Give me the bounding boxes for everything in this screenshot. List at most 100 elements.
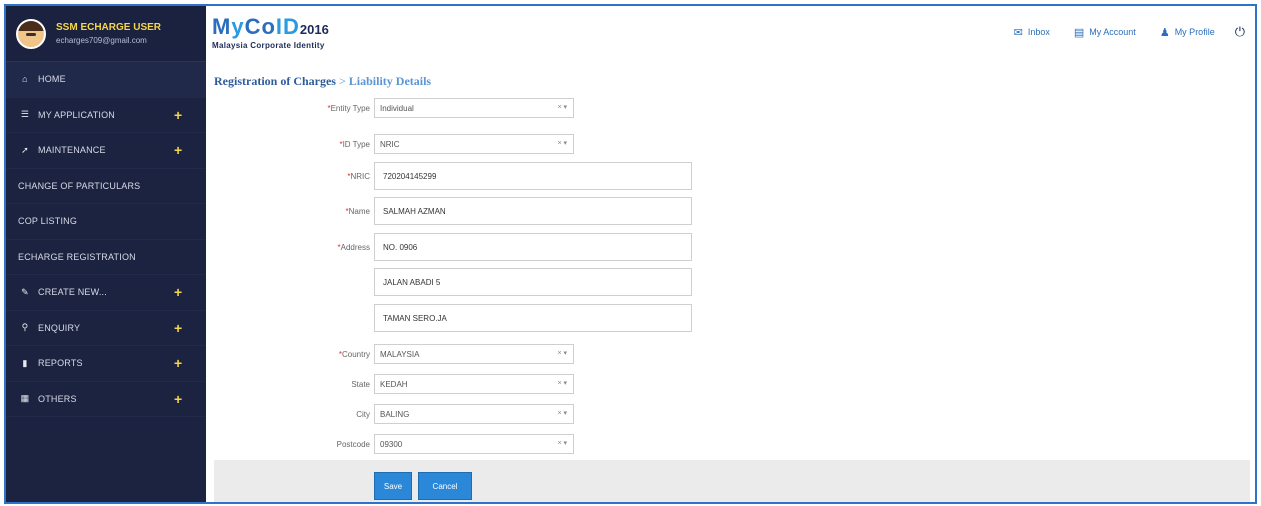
postcode-row: Postcode 09300 × ▾ [206,434,574,454]
chevron-down-icon: × ▾ [557,440,567,447]
cancel-button[interactable]: Cancel [418,472,472,500]
home-icon: ⌂ [22,74,28,85]
name-input[interactable]: SALMAH AZMAN [374,197,692,225]
my-profile-link[interactable]: ♟ My Profile [1160,26,1215,39]
sidebar-item-home[interactable]: ⌂ HOME [6,62,206,98]
logo-text: ID [275,14,300,39]
id-type-row: *ID Type NRIC × ▾ [206,134,574,154]
save-button[interactable]: Save [374,472,412,500]
my-account-link[interactable]: ▤ My Account [1074,26,1136,39]
nric-row: *NRIC 720204145299 [206,162,692,190]
chevron-down-icon: × ▾ [557,140,567,147]
edit-icon: ✎ [21,286,29,297]
sidebar-item-enquiry[interactable]: ⚲ ENQUIRY + [6,311,206,346]
breadcrumb: Registration of Charges > Liability Deta… [214,74,431,89]
inbox-link[interactable]: ✉ Inbox [1014,26,1050,39]
main-content: Registration of Charges > Liability Deta… [206,62,1255,502]
nric-input[interactable]: 720204145299 [374,162,692,190]
country-label: *Country [338,349,370,359]
sidebar-item-cop-listing[interactable]: COP LISTING [6,204,206,240]
entity-type-row: *Entity Type Individual × ▾ [206,98,574,118]
name-label: *Name [345,206,370,216]
city-label: City [356,409,370,419]
state-select[interactable]: KEDAH × ▾ [374,374,574,394]
address-line3-row: TAMAN SERO.JA [206,304,692,332]
expand-icon[interactable]: + [174,391,182,407]
my-profile-label: My Profile [1174,27,1215,37]
sidebar-item-label: ENQUIRY [38,322,81,333]
calendar-icon: ▦ [20,393,30,404]
address-row: *Address NO. 0906 [206,233,692,261]
chevron-down-icon: × ▾ [557,350,567,357]
id-type-label: *ID Type [339,139,370,149]
address-line3-input[interactable]: TAMAN SERO.JA [374,304,692,332]
expand-icon[interactable]: + [174,284,182,300]
sidebar-item-label: COP LISTING [18,216,78,227]
wrench-icon: ➚ [21,144,29,155]
sidebar-item-label: ECHARGE REGISTRATION [18,251,136,262]
id-type-select[interactable]: NRIC × ▾ [374,134,574,154]
postcode-select[interactable]: 09300 × ▾ [374,434,574,454]
user-icon: ♟ [1159,26,1170,39]
sidebar-item-my-application[interactable]: ☰ MY APPLICATION + [6,98,206,133]
logo-text: M [212,14,232,39]
id-type-value: NRIC [380,139,400,149]
country-select[interactable]: MALAYSIA × ▾ [374,344,574,364]
avatar [16,18,46,49]
address-line1-input[interactable]: NO. 0906 [374,233,692,261]
user-name: SSM ECHARGE USER [56,21,162,33]
entity-type-value: Individual [380,103,414,113]
mycoid-logo[interactable]: MyCoID2016 Malaysia Corporate Identity [212,14,329,51]
sidebar-item-label: CREATE NEW... [38,287,107,298]
entity-type-label: *Entity Type [327,103,370,113]
file-icon: ▮ [22,357,28,368]
name-row: *Name SALMAH AZMAN [206,197,692,225]
power-icon[interactable]: ⏻ [1235,24,1245,40]
search-icon: ⚲ [21,322,29,333]
state-row: State KEDAH × ▾ [206,374,574,394]
sidebar-item-label: CHANGE OF PARTICULARS [18,180,141,191]
sidebar-item-echarge-registration[interactable]: ECHARGE REGISTRATION [6,240,206,275]
city-select[interactable]: BALING × ▾ [374,404,574,424]
sidebar-item-reports[interactable]: ▮ REPORTS + [6,346,206,382]
expand-icon[interactable]: + [174,320,182,336]
user-panel: SSM ECHARGE USER echarges709@gmail.com [6,6,206,62]
postcode-label: Postcode [336,439,370,449]
logo-tagline: Malaysia Corporate Identity [212,41,325,50]
sidebar-item-label: MY APPLICATION [38,109,115,120]
sidebar-item-label: REPORTS [38,358,83,369]
top-links: ✉ Inbox ▤ My Account ♟ My Profile ⏻ [990,24,1245,40]
sidebar-item-others[interactable]: ▦ OTHERS + [6,382,206,417]
city-value: BALING [380,409,410,419]
expand-icon[interactable]: + [174,107,182,123]
country-value: MALAYSIA [380,349,420,359]
logo-text: y [231,14,245,39]
postcode-value: 09300 [380,439,403,449]
list-icon: ☰ [20,109,30,120]
nric-label: *NRIC [347,171,370,181]
state-value: KEDAH [380,379,408,389]
breadcrumb-current: Liability Details [348,74,432,88]
country-row: *Country MALAYSIA × ▾ [206,344,574,364]
top-header: MyCoID2016 Malaysia Corporate Identity ✉… [206,6,1255,62]
sidebar-item-label: MAINTENANCE [38,145,106,156]
city-row: City BALING × ▾ [206,404,574,424]
credit-card-icon: ▤ [1073,26,1085,39]
my-account-label: My Account [1089,27,1136,37]
sidebar-item-change-of-particulars[interactable]: CHANGE OF PARTICULARS [6,169,206,204]
breadcrumb-root[interactable]: Registration of Charges [214,74,336,88]
expand-icon[interactable]: + [174,142,182,158]
chevron-down-icon: × ▾ [557,380,567,387]
breadcrumb-separator: > [338,74,346,88]
sidebar-item-label: OTHERS [38,393,77,404]
entity-type-select[interactable]: Individual × ▾ [374,98,574,118]
sidebar-item-create-new[interactable]: ✎ CREATE NEW... + [6,275,206,311]
sidebar-item-maintenance[interactable]: ➚ MAINTENANCE + [6,133,206,169]
logo-text: Co [244,14,276,39]
logo-year: 2016 [299,22,329,37]
expand-icon[interactable]: + [174,355,182,371]
sidebar: SSM ECHARGE USER echarges709@gmail.com ⌂… [6,6,206,502]
app-window: SSM ECHARGE USER echarges709@gmail.com ⌂… [4,4,1257,504]
address-line2-row: JALAN ABADI 5 [206,268,692,296]
address-line2-input[interactable]: JALAN ABADI 5 [374,268,692,296]
